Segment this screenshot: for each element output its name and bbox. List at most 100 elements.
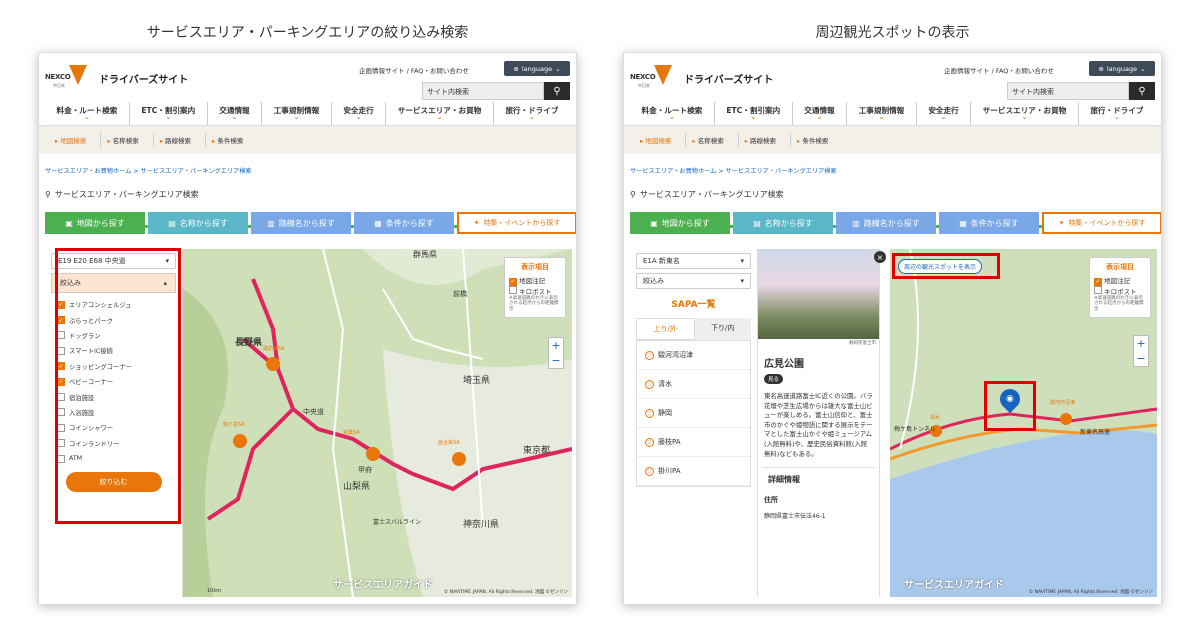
right-screenshot-panel: NEXCO 中日本 ドライバーズサイト 企画情報サイト / FAQ・お問い合わせ …	[623, 52, 1162, 605]
top-links[interactable]: 企画情報サイト / FAQ・お問い合わせ	[944, 65, 1054, 75]
gnav-item[interactable]: 安全走行	[330, 102, 385, 125]
highlight-box	[55, 248, 181, 524]
top-links[interactable]: 企画情報サイト / FAQ・お問い合わせ	[359, 65, 469, 75]
map-label: 神奈川県	[463, 520, 500, 530]
map-label: 前橋	[453, 290, 467, 298]
subnav-item[interactable]: 路線検索	[152, 133, 197, 147]
nexco-logo[interactable]: NEXCO 中日本 ドライバーズサイト	[45, 65, 188, 91]
tab-route[interactable]: ▥ 路線名から探す	[836, 212, 936, 234]
zoom-controls[interactable]: + −	[548, 337, 564, 369]
tab-condition[interactable]: ▦ 条件から探す	[939, 212, 1039, 234]
gnav-item[interactable]: 交通情報	[791, 102, 846, 125]
gnav-item[interactable]: サービスエリア・お買物	[970, 102, 1078, 125]
gnav-item[interactable]: ETC・割引案内	[128, 102, 207, 125]
map-label: 諏訪湖SA	[263, 346, 285, 352]
spot-description: 東名高速道路富士IC近くの公園。バラ花壇や芝生広場からは雄大な富士山ビューが楽し…	[764, 392, 873, 458]
show-nearby-spots-button[interactable]: 周辺の観光スポットを表示	[898, 259, 983, 274]
sub-nav: 地図検索名称検索路線検索条件検索	[624, 126, 1161, 154]
map-label: 山梨県	[343, 482, 371, 492]
tab-name[interactable]: ▤ 名称から探す	[148, 212, 248, 234]
map-view[interactable]: 周辺の観光スポットを表示 ◉ 駿河湾沼津 新東名高速 清水 梅ケ島トンネル 表示…	[890, 249, 1157, 597]
gnav-item[interactable]: 安全走行	[915, 102, 970, 125]
road-icon: ▥	[267, 218, 275, 228]
site-search[interactable]: サイト内検索 ⚲	[1007, 82, 1155, 100]
list-icon: ▦	[959, 218, 967, 228]
gnav-item[interactable]: 工事規制情報	[261, 102, 331, 125]
nexco-logo[interactable]: NEXCO 中日本 ドライバーズサイト	[630, 65, 773, 91]
tab-up[interactable]: 上り/外	[636, 318, 695, 340]
list-item[interactable]: ○ 清水	[637, 370, 750, 399]
subnav-item[interactable]: 路線検索	[737, 133, 782, 147]
tab-route[interactable]: ▥ 路線名から探す	[251, 212, 351, 234]
search-input[interactable]: サイト内検索	[422, 82, 544, 100]
map-view[interactable]: 群馬県 長野県 前橋 埼玉県 東京都 山梨県 神奈川県 中央道 甲府 富士スバル…	[183, 249, 572, 597]
gnav-item[interactable]: 旅行・ドライブ	[1077, 102, 1155, 125]
tab-event[interactable]: ✦ 特集・イベントから探す	[457, 212, 576, 234]
close-icon[interactable]: ×	[874, 251, 886, 263]
route-select[interactable]: E1A 新東名 ▾	[636, 253, 751, 269]
narrow-select[interactable]: 絞込み ▾	[636, 273, 751, 289]
list-item[interactable]: ○ 静岡	[637, 399, 750, 428]
subnav-item[interactable]: 地図検索	[49, 133, 92, 147]
language-button[interactable]: ⊕ language ⌄	[504, 61, 570, 76]
subnav-item[interactable]: 地図検索	[634, 133, 677, 147]
subnav-item[interactable]: 条件検索	[790, 133, 834, 147]
gnav-item[interactable]: サービスエリア・お買物	[385, 102, 493, 125]
tab-event[interactable]: ✦ 特集・イベントから探す	[1042, 212, 1161, 234]
subnav-item[interactable]: 名称検索	[685, 133, 729, 147]
text-icon: ▤	[753, 218, 761, 228]
sparkle-icon: ✦	[1058, 219, 1065, 227]
search-icon[interactable]: ⚲	[544, 82, 570, 100]
zoom-in-button[interactable]: +	[1134, 336, 1148, 351]
gnav-item[interactable]: ETC・割引案内	[713, 102, 792, 125]
breadcrumb[interactable]: サービスエリア・お買物ホーム > サービスエリア・パーキングエリア検索	[624, 154, 1161, 175]
zoom-in-button[interactable]: +	[549, 338, 563, 353]
subnav-item[interactable]: 条件検索	[205, 133, 249, 147]
gnav-item[interactable]: 料金・ルート検索	[45, 102, 129, 125]
magnifier-icon: ⚲	[45, 190, 51, 199]
tab-name[interactable]: ▤ 名称から探す	[733, 212, 833, 234]
spot-photo	[758, 249, 879, 339]
list-item[interactable]: ○ 掛川PA	[637, 457, 750, 486]
map-icon: ▣	[65, 218, 73, 228]
language-button[interactable]: ⊕ language ⌄	[1089, 61, 1155, 76]
search-input[interactable]: サイト内検索	[1007, 82, 1129, 100]
page-title: サービスエリア・パーキングエリア検索	[54, 190, 199, 199]
gnav-item[interactable]: 工事規制情報	[846, 102, 916, 125]
map-label: 中央道	[303, 408, 324, 416]
subnav-item[interactable]: 名称検索	[100, 133, 144, 147]
map-label: 埼玉県	[463, 376, 491, 386]
globe-icon: ⊕	[513, 64, 519, 73]
list-item[interactable]: ○ 駿河湾沼津	[637, 341, 750, 370]
address-label: 住所	[764, 496, 778, 505]
legend-kilopost[interactable]: キロポスト	[1094, 285, 1146, 296]
zoom-out-button[interactable]: −	[1134, 351, 1148, 366]
search-icon[interactable]: ⚲	[1129, 82, 1155, 100]
tab-map[interactable]: ▣ 地図から探す	[45, 212, 145, 234]
gnav-item[interactable]: 料金・ルート検索	[630, 102, 714, 125]
map-label: 駿河湾沼津	[1050, 400, 1076, 406]
legend-kilopost[interactable]: キロポスト	[509, 285, 561, 296]
gnav-item[interactable]: 交通情報	[206, 102, 261, 125]
sapa-list[interactable]: ○ 駿河湾沼津 ○ 清水 ○ 静岡 ○ 藤枝PA ○ 掛川PA	[636, 340, 751, 487]
left-screenshot-panel: NEXCO 中日本 ドライバーズサイト 企画情報サイト / FAQ・お問い合わせ …	[38, 52, 577, 605]
breadcrumb[interactable]: サービスエリア・お買物ホーム > サービスエリア・パーキングエリア検索	[39, 154, 576, 175]
page-title: サービスエリア・パーキングエリア検索	[639, 190, 784, 199]
site-name: ドライバーズサイト	[99, 74, 189, 86]
site-search[interactable]: サイト内検索 ⚲	[422, 82, 570, 100]
list-item[interactable]: ○ 藤枝PA	[637, 428, 750, 457]
chevron-down-icon: ⌄	[555, 64, 561, 73]
gnav-item[interactable]: 旅行・ドライブ	[492, 102, 570, 125]
map-legend: 表示項目 ✓ 地図注記 キロポスト ※高速道路のわきに表示される起点からの距離標…	[1089, 257, 1151, 319]
tab-down[interactable]: 下り/内	[694, 318, 751, 340]
road-icon: ▥	[852, 218, 860, 228]
zoom-out-button[interactable]: −	[549, 353, 563, 368]
legend-annotation[interactable]: ✓ 地図注記	[509, 275, 561, 286]
legend-annotation[interactable]: ✓ 地図注記	[1094, 275, 1146, 286]
tab-condition[interactable]: ▦ 条件から探す	[354, 212, 454, 234]
map-copyright: © NAVITIME JAPAN, All Rights Reserved. 地…	[443, 590, 568, 595]
map-brand: サービスエリアガイド	[904, 580, 1004, 591]
zoom-controls[interactable]: + −	[1133, 335, 1149, 367]
tab-map[interactable]: ▣ 地図から探す	[630, 212, 730, 234]
map-label: 富士スバルライン	[373, 519, 422, 526]
